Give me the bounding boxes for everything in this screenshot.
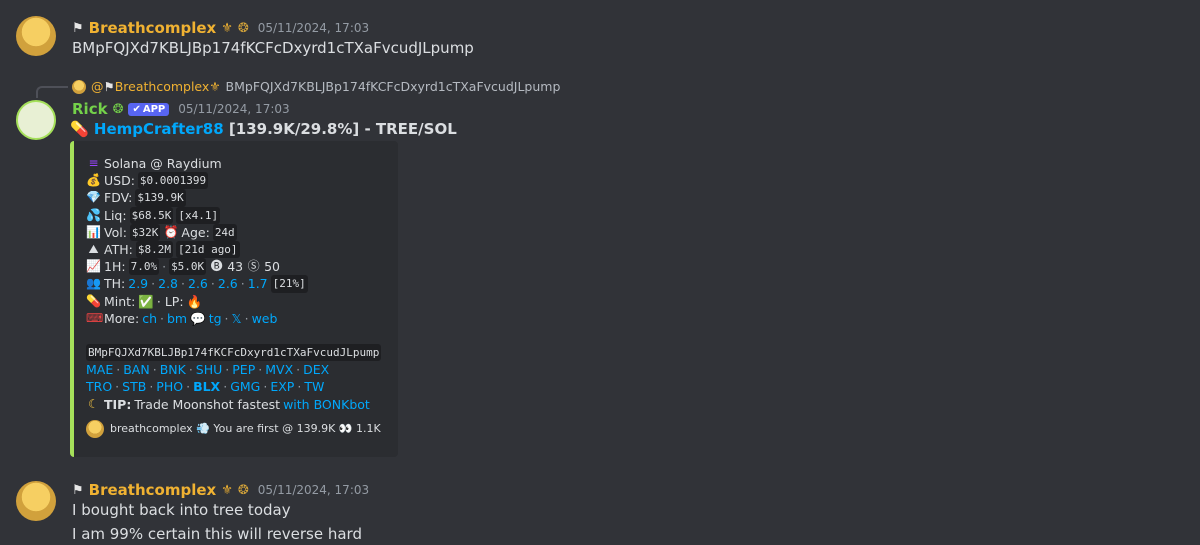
links-row-1: MAE · BAN · BNK · SHU · PEP · MVX · DEX [86,361,330,378]
reply-preview[interactable]: @⚑Breathcomplex⚜ BMpFQJXd7KBLJBp174fKCFc… [72,79,560,94]
address-row: BMpFQJXd7KBLJBp174fKCFcDxyrd1cTXaFvcudJL… [86,344,386,362]
link-bnk[interactable]: BNK [160,361,186,378]
reply-avatar [72,79,86,94]
money-bag-icon: 💰 [86,173,101,188]
avatar[interactable] [16,100,56,140]
people-icon: 👥 [86,276,101,291]
usd-row: 💰 USD: $0.0001399 [86,172,209,190]
solana-icon: ≡ [88,156,99,170]
avatar[interactable] [16,16,56,56]
th-link[interactable]: 2.6 [218,275,238,292]
guild-badge-icon: ❂ [237,482,249,498]
fleur-icon: ⚜ [221,482,233,498]
mint-row: 💊 Mint: ✅ · LP: 🔥 [86,293,203,309]
app-badge: ✔ APP [128,102,170,116]
ath-row: ⛰ ATH: $8.2M [21d ago] [86,241,386,259]
avatar[interactable] [16,481,56,521]
sells-icon: Ⓢ [247,259,260,274]
diamond-icon: 💎 [86,190,101,205]
message-header: ⚑ Breathcomplex ⚜ ❂ 05/11/2024, 17:03 [72,481,369,499]
more-link-x[interactable]: 𝕏 [232,310,242,327]
headline: 💊 HempCrafter88 [139.9K/29.8%] - TREE/SO… [70,120,457,138]
pill-icon: 💊 [86,293,101,308]
th-row: 👥 TH: 2.9 · 2.8 · 2.6 · 2.6 · 1.7 [21%] [86,275,308,293]
message-text: I bought back into tree today [72,501,291,519]
link-tw[interactable]: TW [304,378,324,395]
link-ban[interactable]: BAN [123,361,149,378]
bar-chart-icon: 📊 [86,224,101,239]
message-header: ⚑ Breathcomplex ⚜ ❂ 05/11/2024, 17:03 [72,19,369,37]
fleur-icon: ⚜ [221,20,233,36]
pill-icon: 💊 [70,120,89,138]
link-exp[interactable]: EXP [270,378,294,395]
moon-icon: ☾ [88,396,99,411]
th-link[interactable]: 2.8 [158,275,178,292]
username[interactable]: Rick [72,100,108,118]
message-header: Rick ❂ ✔ APP 05/11/2024, 17:03 [72,100,290,118]
flag-icon: ⚑ [72,482,84,498]
clock-icon: ⏰ [163,224,179,239]
timestamp: 05/11/2024, 17:03 [257,483,370,497]
more-row: ⌨ More: ch · bm 💬 tg · 𝕏 · web [86,310,278,327]
message-text: BMpFQJXd7KBLJBp174fKCFcDxyrd1cTXaFvcudJL… [72,39,474,57]
contract-address[interactable]: BMpFQJXd7KBLJBp174fKCFcDxyrd1cTXaFvcudJL… [86,344,382,362]
token-link[interactable]: HempCrafter88 [94,120,224,138]
link-mvx[interactable]: MVX [265,361,293,378]
more-link-ch[interactable]: ch [142,310,157,327]
liq-row: 💦 Liq: $68.5K [x4.1] [86,206,221,224]
link-mae[interactable]: MAE [86,361,113,378]
embed-footer: breathcomplex 💨 You are first @ 139.9K 👀… [86,419,386,438]
reply-text: BMpFQJXd7KBLJBp174fKCFcDxyrd1cTXaFvcudJL… [225,79,561,94]
more-link-tg[interactable]: tg [209,310,222,327]
timestamp: 05/11/2024, 17:03 [178,102,290,116]
headline-stats: [139.9K/29.8%] - TREE/SOL [228,120,457,138]
check-icon: ✔ [132,103,141,115]
guild-badge-icon: ❂ [112,101,124,117]
chain-row: ≡ Solana @ Raydium [86,155,386,172]
keyboard-icon: ⌨ [86,310,104,325]
fdv-row: 💎 FDV: $139.9K [86,189,186,207]
link-tro[interactable]: TRO [86,378,112,395]
tip-row: ☾ TIP: Trade Moonshot fastest with BONKbot [86,396,386,413]
trend-up-icon: 📈 [86,259,101,274]
flag-icon: ⚑ [72,20,84,36]
footer-avatar [86,419,104,438]
reply-connector [36,86,68,98]
links-row-2: TRO · STB · PHO · BLX · GMG · EXP · TW [86,378,325,395]
speech-icon: 💬 [190,310,206,326]
link-stb[interactable]: STB [122,378,146,395]
message-text: I am 99% certain this will reverse hard [72,525,362,543]
guild-badge-icon: ❂ [237,20,249,36]
username[interactable]: Breathcomplex [89,19,217,37]
mountain-icon: ⛰ [88,242,99,257]
link-gmg[interactable]: GMG [230,378,260,395]
footer-text: breathcomplex 💨 You are first @ 139.9K 👀… [110,422,381,436]
h1-row: 📈 1H: 7.0% · $5.0K 🅑 43 Ⓢ 50 [86,258,280,276]
link-shu[interactable]: SHU [196,361,222,378]
link-pho[interactable]: PHO [156,378,183,395]
link-pep[interactable]: PEP [232,361,255,378]
vol-row: 📊 Vol: $32K ⏰ Age: 24d [86,223,237,242]
more-link-web[interactable]: web [252,310,278,327]
tip-link[interactable]: with BONKbot [283,396,370,413]
more-link-bm[interactable]: bm [167,310,187,327]
th-link[interactable]: 2.9 [128,275,148,292]
reply-username[interactable]: @⚑Breathcomplex⚜ [91,79,221,94]
droplets-icon: 💦 [86,207,101,222]
link-blx[interactable]: BLX [193,378,220,395]
username[interactable]: Breathcomplex [89,481,217,499]
timestamp: 05/11/2024, 17:03 [257,21,370,35]
buys-icon: 🅑 [210,259,223,274]
th-link[interactable]: 2.6 [188,275,208,292]
token-embed: ≡ Solana @ Raydium 💰 USD: $0.0001399 💎 FDV: $… [70,141,398,457]
th-link[interactable]: 1.7 [248,275,268,292]
link-dex[interactable]: DEX [303,361,329,378]
